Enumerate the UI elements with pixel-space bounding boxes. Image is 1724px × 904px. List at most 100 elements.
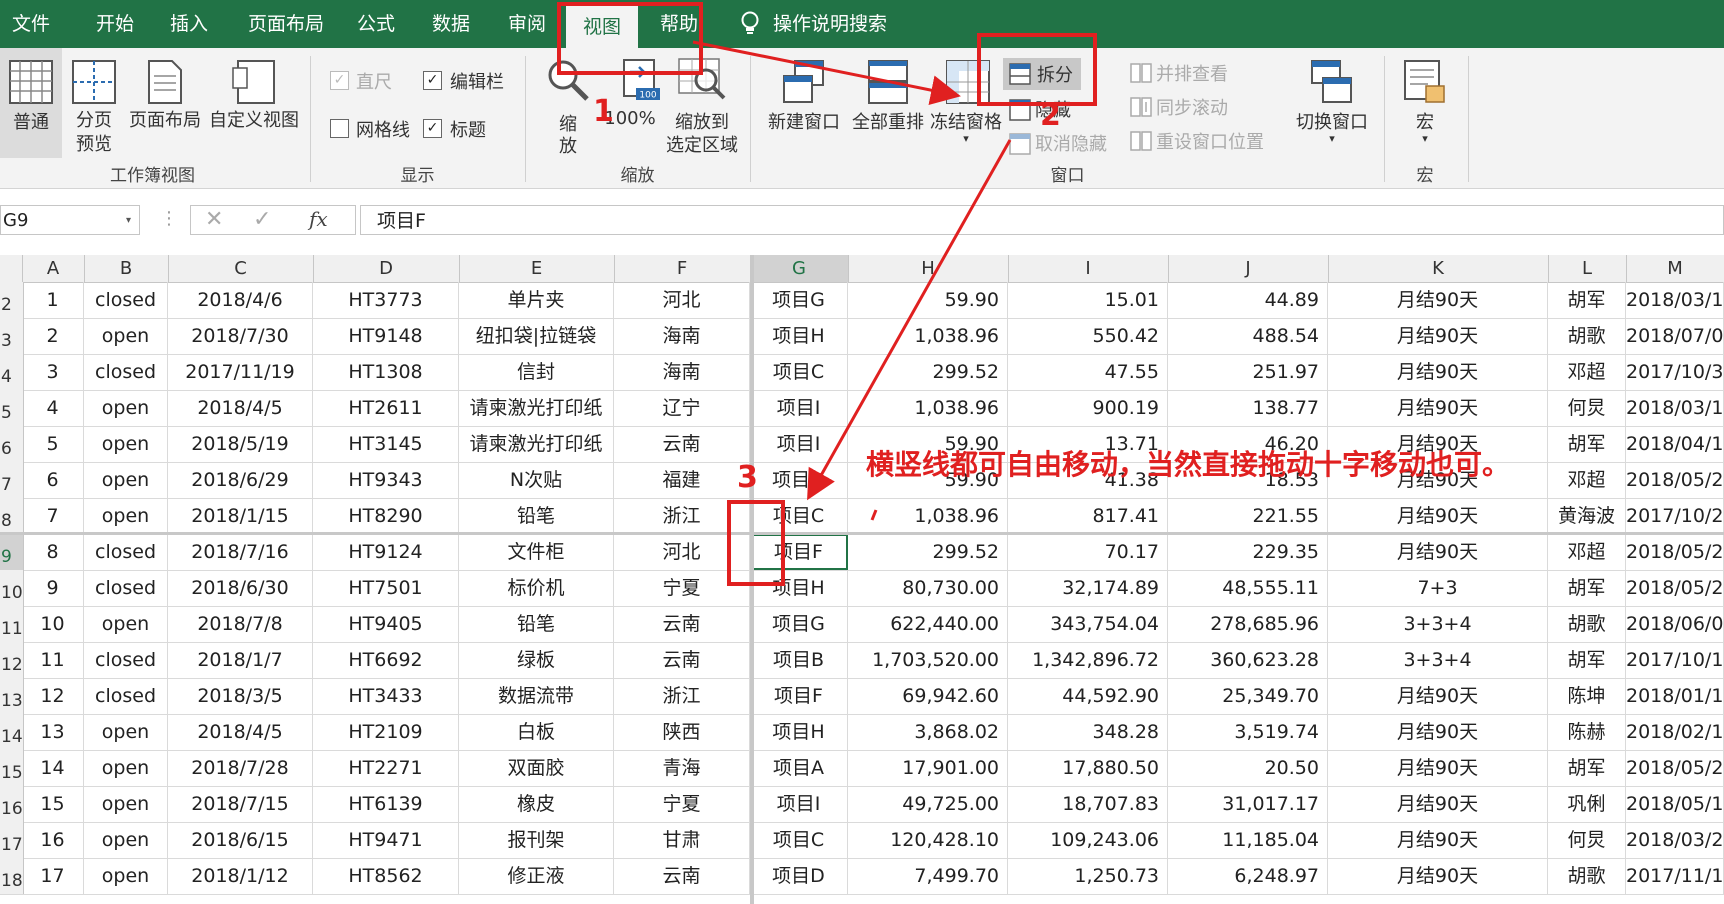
cell-E3[interactable]: 纽扣袋|拉链袋 — [459, 318, 614, 354]
cell-L7[interactable]: 邓超 — [1548, 462, 1626, 498]
cell-A14[interactable]: 13 — [22, 714, 84, 750]
reset-window-position-button[interactable]: 重设窗口位置 — [1130, 128, 1290, 154]
tab-file[interactable]: 文件 — [0, 0, 62, 48]
cell-K17[interactable]: 月结90天 — [1328, 822, 1548, 858]
normal-view-button[interactable]: 普通 — [0, 48, 62, 158]
cell-M14[interactable]: 2018/02/1 — [1626, 714, 1724, 750]
cell-C16[interactable]: 2018/7/15 — [168, 786, 313, 822]
cell-D3[interactable]: HT9148 — [313, 318, 459, 354]
cell-G3[interactable]: 项目H — [750, 318, 848, 354]
view-side-by-side-button[interactable]: 并排查看 — [1130, 60, 1260, 86]
cell-K3[interactable]: 月结90天 — [1328, 318, 1548, 354]
column-header[interactable]: B — [84, 255, 169, 282]
cell-F2[interactable]: 河北 — [614, 282, 750, 318]
cell-E6[interactable]: 请柬激光打印纸 — [459, 426, 614, 462]
cell-B16[interactable]: open — [84, 786, 168, 822]
cell-B18[interactable]: open — [84, 858, 168, 894]
cell-K14[interactable]: 月结90天 — [1328, 714, 1548, 750]
cell-G18[interactable]: 项目D — [750, 858, 848, 894]
row-header[interactable]: 7 — [0, 462, 24, 498]
cell-E4[interactable]: 信封 — [459, 354, 614, 390]
cell-C12[interactable]: 2018/1/7 — [168, 642, 313, 678]
cell-C5[interactable]: 2018/4/5 — [168, 390, 313, 426]
cell-I4[interactable]: 47.55 — [1008, 354, 1168, 390]
cell-K12[interactable]: 3+3+4 — [1328, 642, 1548, 678]
cell-A8[interactable]: 7 — [22, 498, 84, 534]
cell-B7[interactable]: open — [84, 462, 168, 498]
row-header[interactable]: 18 — [0, 858, 24, 894]
cell-E2[interactable]: 单片夹 — [459, 282, 614, 318]
cell-G6[interactable]: 项目I — [750, 426, 848, 462]
cell-M4[interactable]: 2017/10/3 — [1626, 354, 1724, 390]
cell-D2[interactable]: HT3773 — [313, 282, 459, 318]
cell-G16[interactable]: 项目I — [750, 786, 848, 822]
cell-C4[interactable]: 2017/11/19 — [168, 354, 313, 390]
row-header[interactable]: 9 — [0, 534, 24, 570]
cell-A18[interactable]: 17 — [22, 858, 84, 894]
page-layout-view-button[interactable]: 页面布局 — [124, 48, 206, 158]
select-all-corner[interactable] — [0, 255, 23, 282]
cell-D8[interactable]: HT8290 — [313, 498, 459, 534]
row-header[interactable]: 2 — [0, 282, 24, 318]
column-header[interactable]: E — [459, 255, 615, 282]
cell-G2[interactable]: 项目G — [750, 282, 848, 318]
cell-H3[interactable]: 1,038.96 — [848, 318, 1008, 354]
cell-A4[interactable]: 3 — [22, 354, 84, 390]
cell-I10[interactable]: 32,174.89 — [1008, 570, 1168, 606]
cell-D12[interactable]: HT6692 — [313, 642, 459, 678]
cell-L15[interactable]: 胡军 — [1548, 750, 1626, 786]
cell-C8[interactable]: 2018/1/15 — [168, 498, 313, 534]
column-header[interactable]: J — [1168, 255, 1329, 282]
cell-G15[interactable]: 项目A — [750, 750, 848, 786]
cell-L16[interactable]: 巩俐 — [1548, 786, 1626, 822]
custom-views-button[interactable]: 自定义视图 — [208, 48, 300, 158]
cell-H18[interactable]: 7,499.70 — [848, 858, 1008, 894]
cell-L10[interactable]: 胡军 — [1548, 570, 1626, 606]
cell-B9[interactable]: closed — [84, 534, 168, 570]
cell-J9[interactable]: 229.35 — [1168, 534, 1328, 570]
formula-bar-checkbox[interactable]: ✓ — [423, 71, 442, 90]
cell-C9[interactable]: 2018/7/16 — [168, 534, 313, 570]
cell-B14[interactable]: open — [84, 714, 168, 750]
cell-M10[interactable]: 2018/05/2 — [1626, 570, 1724, 606]
cell-A6[interactable]: 5 — [22, 426, 84, 462]
cell-I5[interactable]: 900.19 — [1008, 390, 1168, 426]
tab-data[interactable]: 数据 — [418, 0, 484, 48]
tab-formulas[interactable]: 公式 — [346, 0, 406, 48]
cell-I16[interactable]: 18,707.83 — [1008, 786, 1168, 822]
cell-K10[interactable]: 7+3 — [1328, 570, 1548, 606]
cell-E14[interactable]: 白板 — [459, 714, 614, 750]
cell-B12[interactable]: closed — [84, 642, 168, 678]
column-header[interactable]: A — [22, 255, 85, 282]
cell-C10[interactable]: 2018/6/30 — [168, 570, 313, 606]
cell-G4[interactable]: 项目C — [750, 354, 848, 390]
row-header[interactable]: 4 — [0, 354, 24, 390]
column-header[interactable]: D — [313, 255, 460, 282]
cell-B2[interactable]: closed — [84, 282, 168, 318]
cell-A2[interactable]: 1 — [22, 282, 84, 318]
unhide-button[interactable]: 取消隐藏 — [1009, 130, 1119, 158]
cell-G13[interactable]: 项目F — [750, 678, 848, 714]
cell-D16[interactable]: HT6139 — [313, 786, 459, 822]
row-header[interactable]: 16 — [0, 786, 24, 822]
row-header[interactable]: 14 — [0, 714, 24, 750]
cell-H10[interactable]: 80,730.00 — [848, 570, 1008, 606]
cell-I17[interactable]: 109,243.06 — [1008, 822, 1168, 858]
cell-E15[interactable]: 双面胶 — [459, 750, 614, 786]
cell-F12[interactable]: 云南 — [614, 642, 750, 678]
cell-C11[interactable]: 2018/7/8 — [168, 606, 313, 642]
new-window-button[interactable]: 新建窗口 — [762, 48, 846, 158]
cell-E10[interactable]: 标价机 — [459, 570, 614, 606]
cell-H12[interactable]: 1,703,520.00 — [848, 642, 1008, 678]
cell-J3[interactable]: 488.54 — [1168, 318, 1328, 354]
cell-A7[interactable]: 6 — [22, 462, 84, 498]
cell-D15[interactable]: HT2271 — [313, 750, 459, 786]
name-box-dropdown-icon[interactable]: ▾ — [126, 206, 131, 236]
cell-J8[interactable]: 221.55 — [1168, 498, 1328, 534]
cell-L12[interactable]: 胡军 — [1548, 642, 1626, 678]
cell-B17[interactable]: open — [84, 822, 168, 858]
cell-G7[interactable]: 项目D — [750, 462, 848, 498]
cell-D11[interactable]: HT9405 — [313, 606, 459, 642]
cell-J13[interactable]: 25,349.70 — [1168, 678, 1328, 714]
cell-F3[interactable]: 海南 — [614, 318, 750, 354]
